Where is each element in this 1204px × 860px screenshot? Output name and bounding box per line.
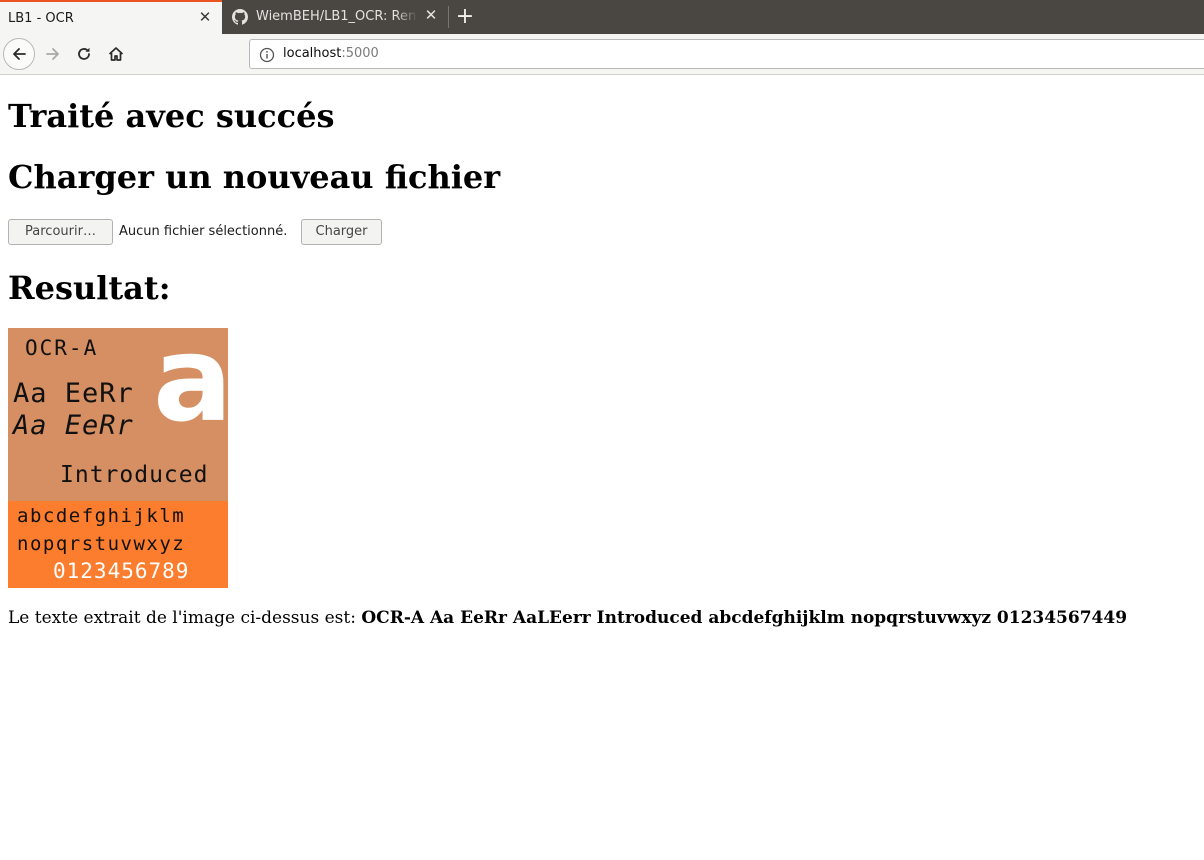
github-icon (232, 9, 248, 25)
ocr-font-name: OCR-A (25, 336, 99, 360)
forward-arrow-icon (46, 48, 59, 60)
upload-submit-button[interactable]: Charger (301, 219, 382, 245)
result-prefix: Le texte extrait de l'image ci-dessus es… (8, 608, 362, 628)
url-port: :5000 (341, 46, 379, 61)
close-tab-icon[interactable]: ✕ (196, 8, 214, 26)
result-heading: Resultat: (8, 269, 171, 307)
result-text: OCR-A Aa EeRr AaLEerr Introduced abcdefg… (361, 608, 1128, 628)
ocr-sample-italic: Aa EeRr (13, 410, 134, 441)
home-icon (108, 47, 124, 61)
ocr-sample-upright: Aa EeRr (13, 378, 134, 409)
browser-tab-strip: LB1 - OCR ✕ WiemBEH/LB1_OCR: Ren ✕ + (0, 0, 1204, 34)
close-tab-icon[interactable]: ✕ (422, 6, 440, 24)
reload-button[interactable] (68, 38, 100, 70)
info-icon[interactable] (259, 47, 275, 63)
ocr-introduced-text: Introduced (60, 462, 209, 488)
url-host: localhost (283, 46, 342, 61)
tab-github-repo[interactable]: WiemBEH/LB1_OCR: Ren ✕ (222, 0, 448, 34)
ocr-lowercase-1: abcdefghijklm (17, 505, 186, 527)
upload-heading: Charger un nouveau fichier (8, 158, 501, 196)
tab-title: WiemBEH/LB1_OCR: Ren (256, 9, 417, 24)
forward-button[interactable] (37, 38, 69, 70)
tab-title: LB1 - OCR (8, 11, 74, 26)
success-heading: Traité avec succés (8, 97, 335, 135)
reload-icon (78, 47, 90, 60)
url-bar[interactable]: localhost:5000 (249, 39, 1204, 69)
url-text: localhost:5000 (283, 46, 379, 61)
ocr-lowercase-2: nopqrstuvwxyz (17, 533, 186, 555)
back-button[interactable] (3, 38, 35, 70)
back-arrow-icon (13, 48, 26, 60)
result-paragraph: Le texte extrait de l'image ci-dessus es… (8, 608, 1127, 628)
ocr-digits: 0123456789 (53, 559, 190, 583)
file-status-label: Aucun fichier sélectionné. (119, 224, 288, 239)
browse-button[interactable]: Parcourir… (8, 219, 113, 245)
new-tab-button[interactable]: + (452, 4, 478, 30)
home-button[interactable] (100, 38, 132, 70)
ocr-big-letter: a (153, 328, 228, 448)
tab-separator (448, 6, 449, 28)
ocr-sample-image: OCR-A Aa EeRr Aa EeRr a Introduced abcde… (8, 328, 228, 588)
navigation-bar: localhost:5000 (0, 34, 1204, 75)
tab-lb1-ocr[interactable]: LB1 - OCR ✕ (0, 0, 222, 34)
